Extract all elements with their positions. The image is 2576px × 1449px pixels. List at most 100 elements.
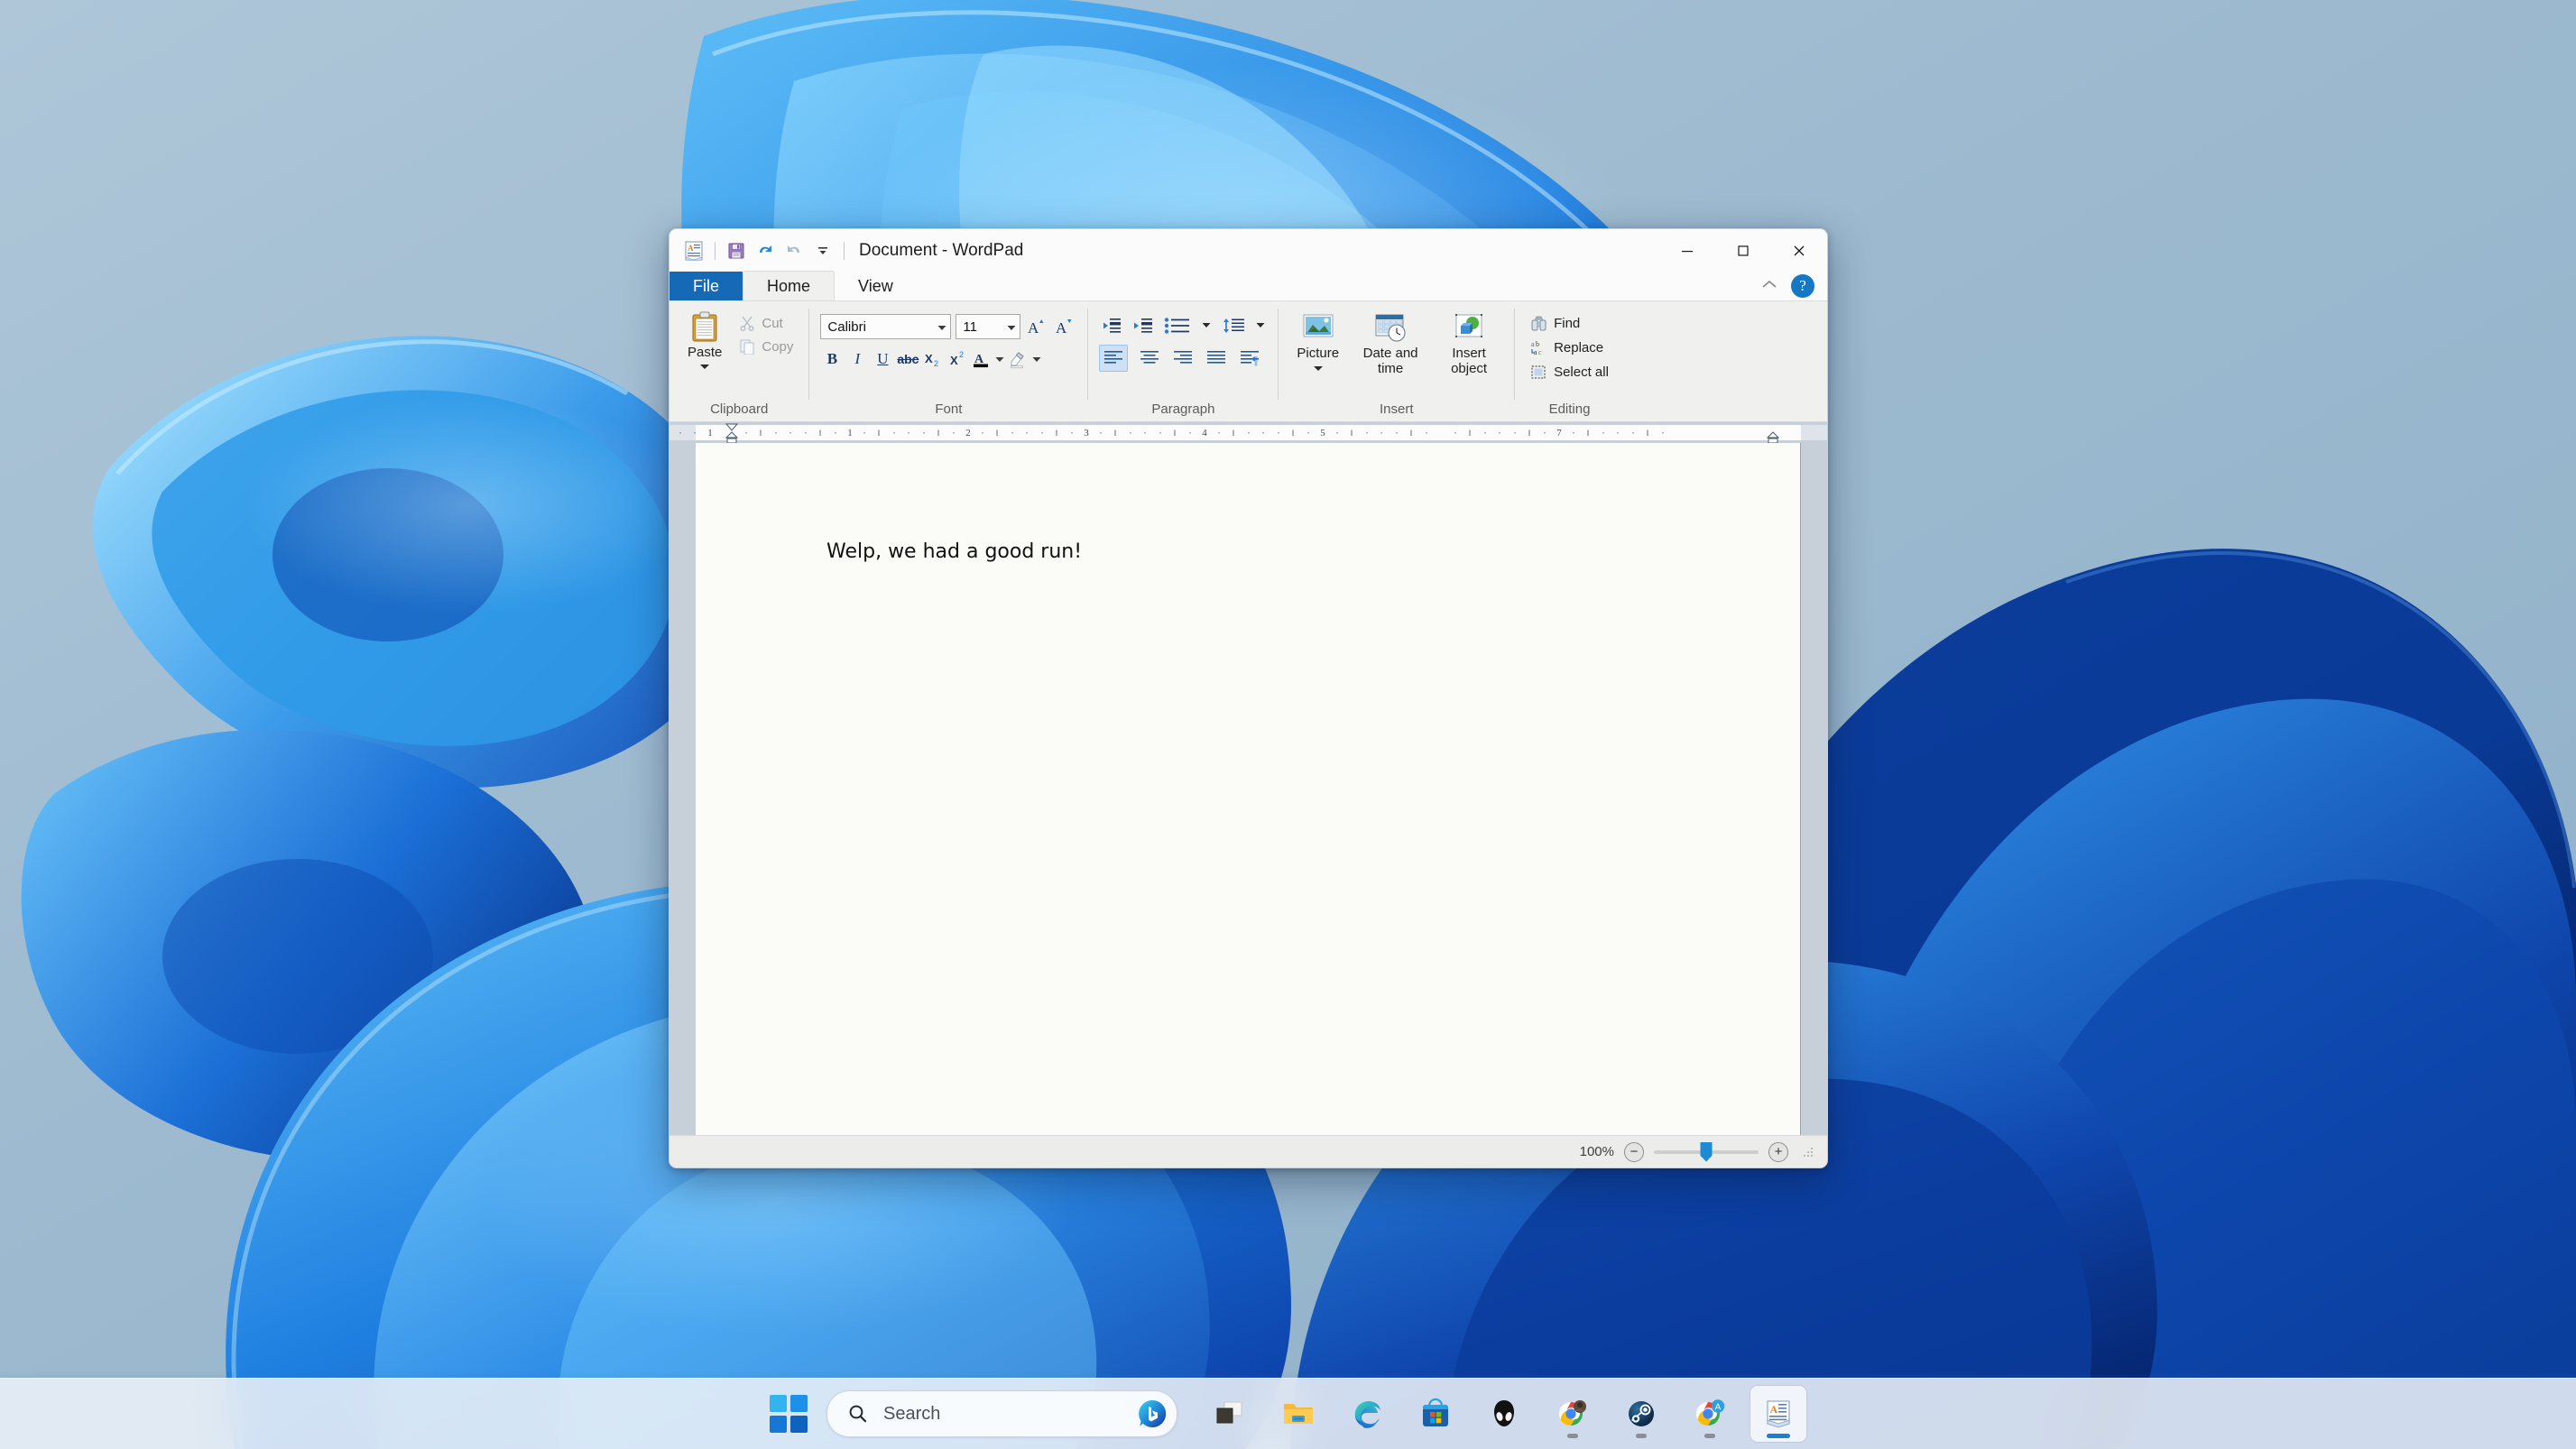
paragraph-settings-icon: ¶ [1240,350,1260,366]
wordpad-window[interactable]: A [669,228,1828,1168]
font-size-dropdown-icon[interactable] [1000,319,1016,335]
svg-text:c: c [1538,348,1542,356]
customize-qat-icon[interactable] [809,237,836,264]
bullets-icon [1164,318,1191,334]
copy-button[interactable]: Copy [734,337,798,356]
svg-text:A: A [1056,319,1067,337]
group-label-insert: Insert [1380,401,1414,421]
decrease-indent-button[interactable] [1099,314,1123,337]
italic-button[interactable]: I [845,347,869,371]
superscript-button[interactable]: X 2 [946,347,970,371]
document-area[interactable]: Welp, we had a good run! [669,443,1827,1135]
zoom-slider-thumb[interactable] [1701,1142,1713,1162]
steam-button[interactable] [1613,1386,1669,1442]
align-right-button[interactable] [1170,347,1195,370]
svg-text:2: 2 [965,428,971,438]
text-color-dropdown-icon[interactable] [993,347,1005,371]
subscript-button[interactable]: X 2 [921,347,945,371]
date-and-time-button[interactable]: Date and time [1350,311,1431,379]
bing-chat-icon[interactable] [1137,1398,1168,1429]
line-spacing-dropdown-icon[interactable] [1254,314,1267,337]
microsoft-edge-button[interactable] [1339,1386,1395,1442]
bullets-dropdown-icon[interactable] [1200,314,1213,337]
bullets-button[interactable] [1162,314,1193,337]
strikethrough-button[interactable]: abc [896,347,919,371]
maximize-button[interactable] [1715,229,1771,272]
tab-file[interactable]: File [669,272,743,300]
svg-text:A: A [1715,1403,1722,1413]
document-page[interactable]: Welp, we had a good run! [696,443,1801,1135]
redo-icon[interactable] [780,237,808,264]
search-input[interactable]: Search [826,1390,1177,1437]
wordpad-button[interactable]: A [1750,1386,1806,1442]
resize-grip-icon[interactable] [1802,1146,1814,1158]
align-center-button[interactable] [1137,347,1161,370]
align-justify-button[interactable] [1204,347,1228,370]
quick-access-toolbar[interactable]: A [680,237,850,264]
microsoft-store-icon [1418,1397,1453,1431]
select-all-icon [1530,364,1547,381]
ruler-graphic: 1 1 2 3 4 5 7 [669,422,1827,443]
ribbon-group-paragraph: ¶ Paragraph [1088,301,1278,421]
ribbon-tabs[interactable]: File Home View ? [669,272,1827,300]
highlight-button[interactable] [1007,347,1029,371]
font-family-dropdown-icon[interactable] [930,319,946,335]
running-indicator [1636,1434,1647,1438]
align-left-button[interactable] [1099,345,1128,372]
cut-button[interactable]: Cut [734,313,798,333]
highlight-icon [1008,349,1028,369]
start-button[interactable] [763,1389,814,1439]
picture-button[interactable]: Picture [1289,311,1346,374]
microsoft-store-button[interactable] [1408,1386,1463,1442]
wordpad-app-icon[interactable]: A [680,237,707,264]
text-color-button[interactable]: A [972,347,992,371]
paragraph-settings-button[interactable]: ¶ [1237,347,1261,370]
zoom-slider[interactable] [1654,1150,1759,1154]
highlight-dropdown-icon[interactable] [1030,347,1042,371]
vertical-scrollbar[interactable] [1801,443,1827,1135]
underline-button[interactable]: U [871,347,894,371]
ruler[interactable]: 1 1 2 3 4 5 7 [669,422,1827,443]
close-button[interactable] [1771,229,1827,272]
alienware-button[interactable] [1476,1386,1532,1442]
chrome-profile-button[interactable] [1545,1386,1601,1442]
status-bar[interactable]: 100% − + [669,1135,1827,1168]
ribbon[interactable]: Paste Cut [669,300,1827,422]
bold-button[interactable]: B [820,347,844,371]
line-spacing-button[interactable] [1220,314,1247,337]
ribbon-right-controls[interactable]: ? [1760,274,1814,298]
find-button[interactable]: Find [1526,313,1584,334]
chrome-second-button[interactable]: A [1682,1386,1738,1442]
paste-button[interactable]: Paste [680,309,729,372]
help-button[interactable]: ? [1791,274,1814,298]
grow-font-icon: A [1027,317,1047,337]
running-indicator [1567,1434,1578,1438]
ribbon-group-clipboard: Paste Cut [669,301,808,421]
document-text[interactable]: Welp, we had a good run! [826,540,1082,563]
tab-view[interactable]: View [835,272,917,300]
svg-text:2: 2 [934,359,938,368]
font-size-combo[interactable]: 11 [956,314,1020,339]
save-icon[interactable] [723,237,750,264]
window-title-bar[interactable]: A [669,229,1827,272]
collapse-ribbon-icon[interactable] [1760,278,1778,295]
svg-text:X: X [925,352,933,365]
file-explorer-button[interactable] [1270,1386,1326,1442]
shrink-font-button[interactable]: A [1053,315,1076,338]
taskbar[interactable]: Search [0,1378,2576,1449]
font-family-combo[interactable]: Calibri [820,314,951,339]
insert-object-button[interactable]: Insert object [1435,311,1503,379]
select-all-button[interactable]: Select all [1526,362,1613,383]
zoom-in-button[interactable]: + [1768,1142,1788,1162]
replace-button[interactable]: a b a c Replace [1526,337,1608,358]
paste-dropdown-icon [699,363,710,370]
window-controls[interactable] [1659,229,1827,272]
undo-icon[interactable] [752,237,779,264]
tab-home[interactable]: Home [743,271,835,300]
task-view-button[interactable] [1202,1386,1258,1442]
minimize-button[interactable] [1659,229,1715,272]
zoom-out-button[interactable]: − [1624,1142,1644,1162]
increase-indent-button[interactable] [1131,314,1155,337]
windows-logo-icon [770,1395,808,1433]
grow-font-button[interactable]: A [1025,315,1048,338]
